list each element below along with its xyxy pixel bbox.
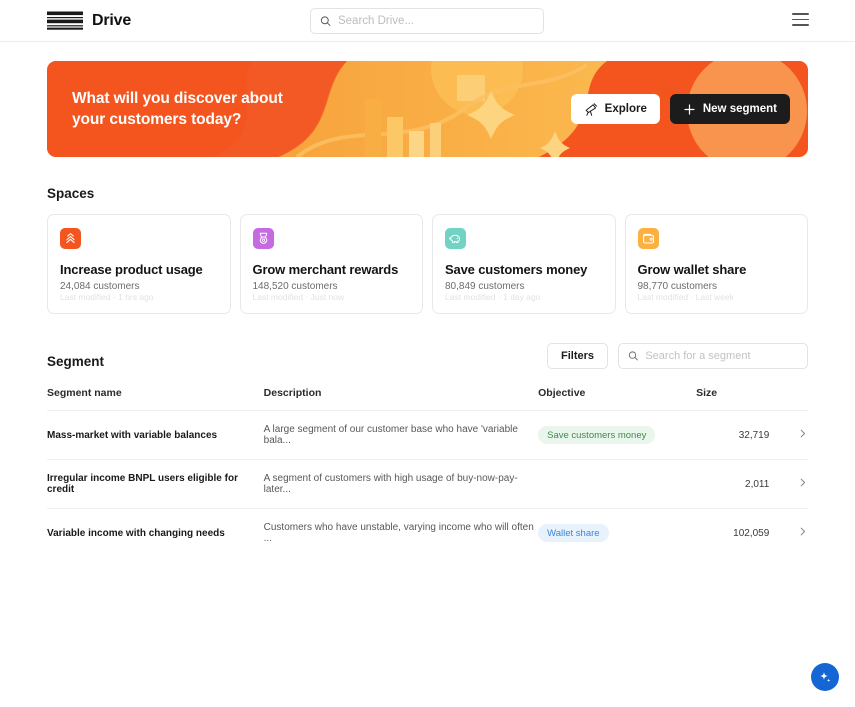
space-card-save-customers-money[interactable]: Save customers money 80,849 customers La… bbox=[432, 214, 616, 314]
segment-description: A segment of customers with high usage o… bbox=[263, 473, 518, 495]
table-header-row: Segment name Description Objective Size bbox=[47, 387, 808, 411]
column-header-description: Description bbox=[263, 387, 322, 399]
space-card-modified: Last modified · 1 day ago bbox=[445, 292, 541, 302]
sparkles-icon bbox=[819, 671, 830, 682]
hero-title-line-2: your customers today? bbox=[72, 111, 242, 128]
status-badge: Wallet share bbox=[538, 524, 609, 542]
segment-search[interactable] bbox=[618, 343, 808, 369]
chevron-right-icon[interactable] bbox=[797, 477, 808, 491]
space-card-grow-wallet-share[interactable]: Grow wallet share 98,770 customers Last … bbox=[624, 214, 808, 314]
segment-table-header: Segment name Description Objective Size bbox=[47, 387, 808, 411]
segment-table: Segment name Description Objective Size … bbox=[47, 387, 808, 557]
plus-icon bbox=[684, 103, 695, 115]
chevron-right-icon[interactable] bbox=[797, 428, 808, 442]
segment-size: 2,011 bbox=[745, 478, 770, 490]
segment-size: 32,719 bbox=[738, 429, 770, 441]
segment-title: Segment bbox=[47, 354, 105, 369]
new-segment-button-label: New segment bbox=[702, 103, 777, 115]
medal-icon bbox=[252, 228, 274, 249]
telescope-icon bbox=[585, 103, 597, 116]
new-segment-button[interactable]: New segment bbox=[669, 94, 790, 124]
space-card-title: Grow wallet share bbox=[637, 262, 747, 277]
spaces-title: Spaces bbox=[47, 186, 95, 201]
explore-button[interactable]: Explore bbox=[570, 94, 660, 124]
column-header-objective: Objective bbox=[538, 387, 586, 399]
search-input[interactable] bbox=[337, 15, 534, 27]
chevron-right-icon[interactable] bbox=[797, 526, 808, 540]
segment-header: Segment Filters bbox=[47, 343, 808, 369]
search-icon bbox=[320, 16, 331, 26]
hero-title: What will you discover about your custom… bbox=[72, 88, 283, 131]
segment-search-input[interactable] bbox=[645, 350, 798, 362]
space-card-modified: Last modified · Last week bbox=[637, 292, 734, 302]
hero-title-line-1: What will you discover about bbox=[72, 89, 283, 107]
segment-toolbar: Filters bbox=[546, 343, 808, 369]
segment-table-body: Mass-market with variable balances A lar… bbox=[47, 410, 808, 557]
segment-description: Customers who have unstable, varying inc… bbox=[263, 522, 534, 544]
space-card-title: Increase product usage bbox=[60, 262, 203, 277]
search-icon bbox=[628, 351, 638, 361]
wallet-icon bbox=[637, 228, 659, 249]
table-row[interactable]: Irregular income BNPL users eligible for… bbox=[47, 459, 808, 509]
table-row[interactable]: Variable income with changing needs Cust… bbox=[47, 508, 808, 557]
segment-description: A large segment of our customer base who… bbox=[263, 424, 518, 446]
column-header-segment-name: Segment name bbox=[47, 387, 122, 399]
space-card-count: 80,849 customers bbox=[445, 281, 525, 292]
segment-size: 102,059 bbox=[733, 527, 770, 539]
brand[interactable]: Drive bbox=[47, 11, 131, 30]
space-card-count: 24,084 customers bbox=[60, 281, 140, 292]
stack-lines-icon bbox=[47, 11, 83, 30]
segment-name: Irregular income BNPL users eligible for… bbox=[47, 473, 238, 495]
app-header: Drive bbox=[0, 0, 855, 42]
space-card-title: Save customers money bbox=[445, 262, 588, 277]
piggy-bank-icon bbox=[445, 228, 466, 249]
space-card-title: Grow merchant rewards bbox=[252, 262, 399, 277]
space-card-count: 148,520 customers bbox=[252, 281, 338, 292]
column-header-size: Size bbox=[696, 387, 718, 399]
hero-actions: Explore New segment bbox=[570, 94, 790, 124]
segment-name: Mass-market with variable balances bbox=[47, 429, 218, 441]
table-row[interactable]: Mass-market with variable balances A lar… bbox=[47, 410, 808, 460]
chevrons-up-icon bbox=[60, 228, 81, 249]
hero-banner: What will you discover about your custom… bbox=[47, 61, 808, 157]
space-card-count: 98,770 customers bbox=[637, 281, 718, 292]
filters-button[interactable]: Filters bbox=[546, 343, 608, 369]
space-card-grow-merchant-rewards[interactable]: Grow merchant rewards 148,520 customers … bbox=[239, 214, 423, 314]
column-header-actions bbox=[769, 387, 808, 411]
space-card-increase-product-usage[interactable]: Increase product usage 24,084 customers … bbox=[47, 214, 231, 314]
hamburger-menu-icon[interactable] bbox=[792, 13, 809, 26]
brand-name: Drive bbox=[92, 11, 132, 29]
segment-name: Variable income with changing needs bbox=[47, 527, 225, 539]
global-search[interactable] bbox=[310, 8, 544, 34]
space-card-modified: Last modified · Just now bbox=[252, 292, 345, 302]
status-badge: Save customers money bbox=[538, 426, 656, 444]
ai-assistant-button[interactable] bbox=[811, 663, 839, 691]
spaces-list: Increase product usage 24,084 customers … bbox=[47, 214, 808, 314]
space-card-modified: Last modified · 1 hrs ago bbox=[60, 292, 154, 302]
explore-button-label: Explore bbox=[604, 103, 647, 115]
